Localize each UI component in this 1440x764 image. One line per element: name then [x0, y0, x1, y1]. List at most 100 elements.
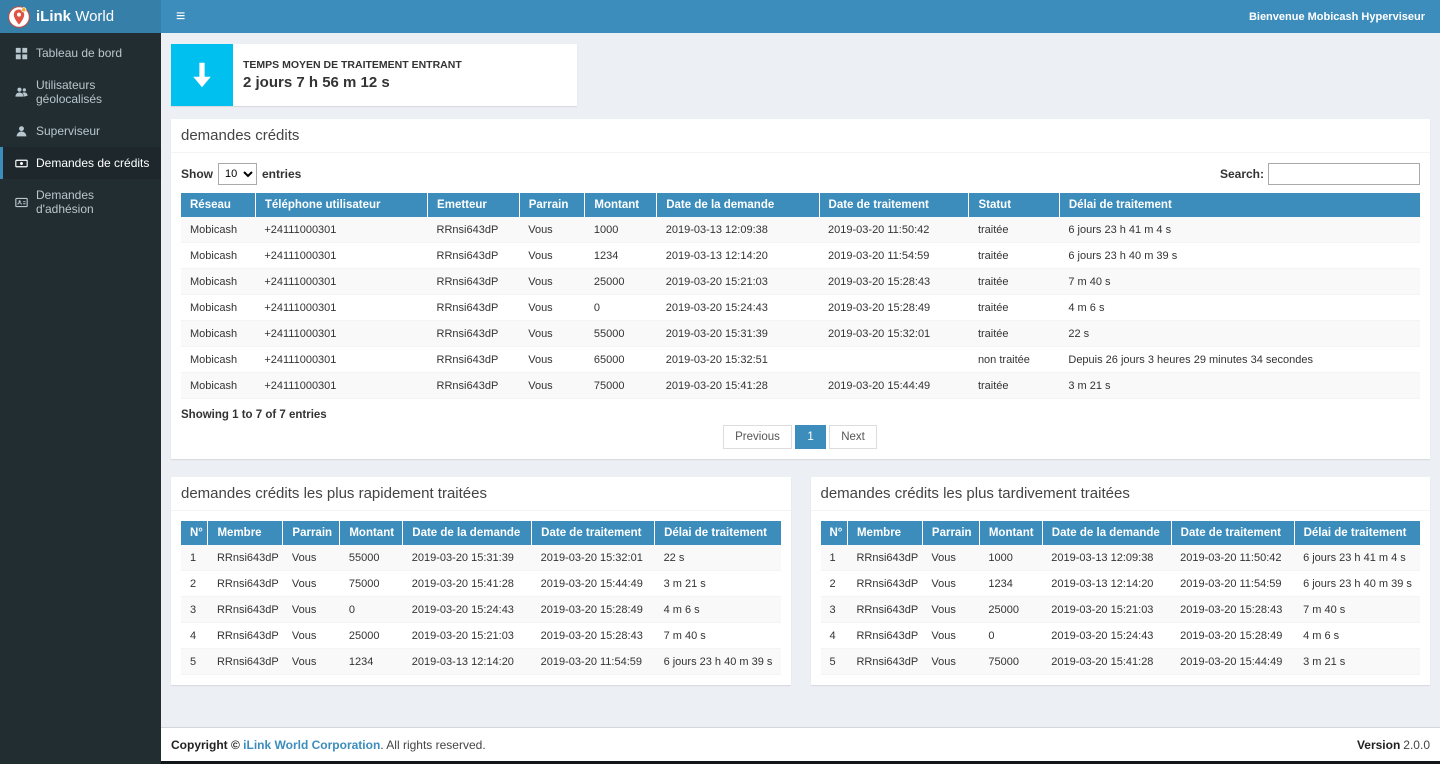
sidebar-item-demandes-de-credits[interactable]: Demandes de crédits	[0, 147, 161, 179]
pagination-previous-button[interactable]: Previous	[723, 425, 792, 449]
copyright-label: Copyright ©	[171, 738, 243, 752]
sidebar-item-utilisateurs-geolocalises[interactable]: Utilisateurs géolocalisés	[0, 69, 161, 115]
table-cell: Vous	[283, 571, 340, 597]
table-body: Mobicash+24111000301RRnsi643dPVous100020…	[181, 217, 1420, 399]
pagination-next-button[interactable]: Next	[829, 425, 877, 449]
credits-icon	[14, 157, 28, 170]
column-header[interactable]: N°	[181, 521, 208, 545]
column-header[interactable]: Parrain	[283, 521, 340, 545]
table-row: 5RRnsi643dPVous12342019-03-13 12:14:2020…	[181, 649, 781, 675]
column-header[interactable]: Emetteur	[428, 193, 520, 217]
table-cell: RRnsi643dP	[428, 243, 520, 269]
sidebar-item-tableau-de-bord[interactable]: Tableau de bord	[0, 37, 161, 69]
table-cell: 75000	[585, 373, 657, 399]
table-cell: +24111000301	[255, 217, 427, 243]
footer: Copyright © iLink World Corporation. All…	[161, 727, 1440, 761]
brand-light: World	[75, 8, 114, 25]
rights-label: . All rights reserved.	[380, 738, 485, 752]
column-header[interactable]: Réseau	[181, 193, 255, 217]
footer-copyright: Copyright © iLink World Corporation. All…	[171, 738, 486, 752]
table-cell: 2019-03-20 15:41:28	[657, 373, 819, 399]
table-cell: Vous	[922, 571, 979, 597]
table-cell: 75000	[979, 649, 1042, 675]
table-row: 2RRnsi643dPVous750002019-03-20 15:41:282…	[181, 571, 781, 597]
table-cell: Mobicash	[181, 269, 255, 295]
column-header[interactable]: Montant	[585, 193, 657, 217]
table-cell: 2	[821, 571, 848, 597]
sidebar-item-superviseur[interactable]: Superviseur	[0, 115, 161, 147]
table-cell: 65000	[585, 347, 657, 373]
table-cell: 7 m 40 s	[1059, 269, 1420, 295]
column-header[interactable]: Délai de traitement	[1059, 193, 1420, 217]
column-header[interactable]: Date de traitement	[532, 521, 655, 545]
column-header[interactable]: Date de traitement	[1171, 521, 1294, 545]
table-cell: RRnsi643dP	[428, 373, 520, 399]
table-cell: RRnsi643dP	[428, 269, 520, 295]
table-cell: 2019-03-20 15:28:49	[819, 295, 969, 321]
column-header[interactable]: Délai de traitement	[1294, 521, 1420, 545]
table-cell: RRnsi643dP	[847, 597, 922, 623]
table-cell: 2019-03-20 11:54:59	[1171, 571, 1294, 597]
entries-length-control: Show 10 entries	[181, 163, 301, 185]
brand[interactable]: iLink World	[0, 0, 161, 33]
column-header[interactable]: Date de la demande	[403, 521, 532, 545]
table-cell: 2019-03-13 12:14:20	[657, 243, 819, 269]
table-cell: 2019-03-20 15:28:43	[1171, 597, 1294, 623]
column-header[interactable]: Montant	[979, 521, 1042, 545]
table-cell: +24111000301	[255, 243, 427, 269]
table-cell: 1	[181, 545, 208, 571]
panel-body: N°MembreParrainMontantDate de la demande…	[171, 511, 791, 685]
sidebar-item-label: Utilisateurs géolocalisés	[36, 78, 153, 106]
column-header[interactable]: Date de la demande	[657, 193, 819, 217]
table-row: 3RRnsi643dPVous250002019-03-20 15:21:032…	[821, 597, 1421, 623]
table-cell: traitée	[969, 373, 1059, 399]
table-info: Showing 1 to 7 of 7 entries	[181, 409, 1420, 421]
table-cell: 2019-03-20 11:50:42	[1171, 545, 1294, 571]
column-header[interactable]: Membre	[847, 521, 922, 545]
panel-slowest-credits: demandes crédits les plus tardivement tr…	[811, 477, 1431, 685]
table-cell: Vous	[519, 243, 585, 269]
company-link[interactable]: iLink World Corporation	[243, 738, 380, 752]
table-cell: 55000	[585, 321, 657, 347]
table-cell: +24111000301	[255, 269, 427, 295]
table-body: 1RRnsi643dPVous10002019-03-13 12:09:3820…	[821, 545, 1421, 675]
stat-label: TEMPS MOYEN DE TRAITEMENT ENTRANT	[243, 59, 462, 71]
table-cell: 7 m 40 s	[1294, 597, 1420, 623]
table-cell: Mobicash	[181, 243, 255, 269]
column-header[interactable]: Délai de traitement	[655, 521, 781, 545]
column-header[interactable]: Date de la demande	[1042, 521, 1171, 545]
column-header[interactable]: Parrain	[519, 193, 585, 217]
column-header[interactable]: Parrain	[922, 521, 979, 545]
table-cell: Vous	[519, 217, 585, 243]
column-header[interactable]: Montant	[340, 521, 403, 545]
column-header[interactable]: Date de traitement	[819, 193, 969, 217]
table-cell: Mobicash	[181, 295, 255, 321]
search-input[interactable]	[1268, 163, 1420, 185]
column-header[interactable]: Téléphone utilisateur	[255, 193, 427, 217]
sidebar-item-demandes-adhesion[interactable]: Demandes d'adhésion	[0, 179, 161, 225]
brand-text: iLink World	[36, 8, 114, 25]
entries-select[interactable]: 10	[218, 163, 257, 185]
hamburger-menu-icon[interactable]: ≡	[176, 9, 185, 25]
column-header[interactable]: Statut	[969, 193, 1059, 217]
table-cell: 6 jours 23 h 40 m 39 s	[1059, 243, 1420, 269]
table-cell: RRnsi643dP	[428, 295, 520, 321]
column-header[interactable]: Membre	[208, 521, 283, 545]
table-cell: 2019-03-20 11:50:42	[819, 217, 969, 243]
table-cell: 2019-03-13 12:09:38	[1042, 545, 1171, 571]
table-row: 1RRnsi643dPVous550002019-03-20 15:31:392…	[181, 545, 781, 571]
user-welcome[interactable]: Bienvenue Mobicash Hyperviseur	[1249, 11, 1425, 23]
pagination-page-1-button[interactable]: 1	[795, 425, 825, 449]
app-window: iLink World Tableau de bord Utilisateurs…	[0, 0, 1440, 764]
table-row: Mobicash+24111000301RRnsi643dPVous550002…	[181, 321, 1420, 347]
table-row: 5RRnsi643dPVous750002019-03-20 15:41:282…	[821, 649, 1421, 675]
table-cell: Vous	[283, 545, 340, 571]
table-cell: 55000	[340, 545, 403, 571]
table-cell: 5	[181, 649, 208, 675]
table-cell: 2019-03-20 15:41:28	[1042, 649, 1171, 675]
table-cell: RRnsi643dP	[208, 597, 283, 623]
table-cell: 4 m 6 s	[1059, 295, 1420, 321]
column-header[interactable]: N°	[821, 521, 848, 545]
table-row: Mobicash+24111000301RRnsi643dPVous123420…	[181, 243, 1420, 269]
membership-card-icon	[14, 196, 28, 209]
